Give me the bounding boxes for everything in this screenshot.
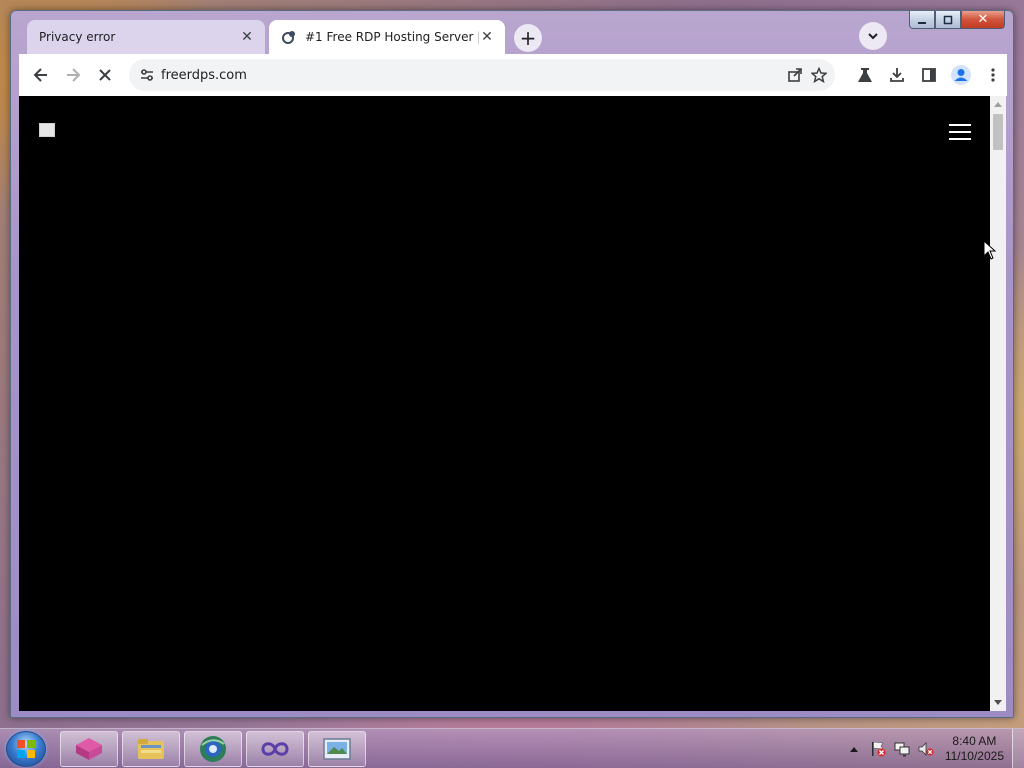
broken-image-icon[interactable] (39, 123, 55, 137)
chevron-down-icon (868, 33, 878, 40)
mouse-cursor-icon (983, 240, 997, 260)
chevron-up-icon (849, 747, 858, 752)
hamburger-menu-icon[interactable] (949, 124, 971, 140)
labs-button[interactable] (853, 63, 877, 87)
maximize-button[interactable] (935, 11, 961, 29)
system-tray: 8:40 AM 11/10/2025 (839, 729, 1024, 768)
minimize-button[interactable] (909, 11, 935, 29)
tab-free-rdp-hosting[interactable]: #1 Free RDP Hosting Server | No ✕ (269, 20, 505, 54)
clock-date: 11/10/2025 (944, 749, 1004, 763)
infinity-app-icon (261, 742, 289, 756)
flask-icon (858, 68, 872, 82)
back-button[interactable] (29, 63, 53, 87)
site-info-icon[interactable] (139, 67, 155, 83)
network-icon[interactable] (893, 740, 911, 758)
close-icon[interactable]: ✕ (239, 29, 255, 45)
forward-button[interactable] (61, 63, 85, 87)
profile-button[interactable] (949, 63, 973, 87)
close-icon[interactable]: ✕ (479, 29, 495, 45)
folder-icon (138, 739, 164, 759)
tab-privacy-error[interactable]: Privacy error ✕ (27, 20, 265, 54)
taskbar-app-explorer[interactable] (122, 731, 180, 767)
maximize-icon (943, 15, 953, 24)
taskbar-app-infinity[interactable] (246, 731, 304, 767)
speaker-muted-icon (918, 742, 934, 756)
stop-icon (99, 69, 111, 81)
hamburger-line (949, 124, 971, 126)
browser-toolbar: freerdps.com (19, 54, 1007, 96)
windows-logo-icon (17, 740, 35, 758)
vertical-scrollbar[interactable] (990, 96, 1006, 711)
network-computer-icon (894, 742, 910, 757)
address-bar[interactable]: freerdps.com (129, 59, 835, 91)
tab-title: #1 Free RDP Hosting Server | No (305, 30, 479, 44)
close-window-button[interactable]: ✕ (961, 11, 1005, 29)
scroll-down-icon[interactable] (994, 700, 1002, 705)
show-hidden-icons-button[interactable] (845, 740, 863, 758)
hamburger-line (949, 131, 971, 133)
star-icon (811, 67, 827, 83)
download-icon (890, 68, 904, 82)
cube-app-icon (76, 738, 102, 760)
window-caption-buttons: ✕ (909, 11, 1005, 29)
show-desktop-button[interactable] (1012, 729, 1024, 768)
system-clock[interactable]: 8:40 AM 11/10/2025 (945, 734, 1004, 764)
more-vertical-icon (991, 68, 995, 82)
browser-window: Privacy error ✕ #1 Free RDP Hosting Serv… (10, 10, 1014, 718)
arrow-right-icon (67, 68, 81, 82)
taskbar-app-photos[interactable] (308, 731, 366, 767)
side-panel-icon (922, 68, 936, 82)
arrow-left-icon (33, 68, 47, 82)
tab-strip: Privacy error ✕ #1 Free RDP Hosting Serv… (11, 11, 1013, 55)
downloads-button[interactable] (885, 63, 909, 87)
url-text[interactable]: freerdps.com (161, 68, 247, 83)
side-panel-button[interactable] (917, 63, 941, 87)
start-button[interactable] (6, 731, 46, 767)
menu-button[interactable] (981, 63, 1005, 87)
picture-icon (323, 738, 351, 760)
plus-icon: + (519, 26, 537, 50)
tab-title: Privacy error (39, 30, 116, 44)
globe-icon (200, 736, 226, 762)
tab-search-button[interactable] (859, 22, 887, 50)
scroll-up-icon[interactable] (994, 102, 1002, 107)
globe-loading-icon (282, 31, 295, 44)
flag-error-icon (871, 741, 886, 757)
volume-icon[interactable] (917, 740, 935, 758)
stop-loading-button[interactable] (93, 63, 117, 87)
close-icon: ✕ (977, 12, 989, 27)
taskbar-app-browser[interactable] (184, 731, 242, 767)
hamburger-line (949, 138, 971, 140)
scroll-thumb[interactable] (993, 114, 1003, 150)
share-icon (788, 68, 802, 82)
page-content (19, 96, 990, 711)
share-button[interactable] (783, 63, 807, 87)
taskbar-app-cube[interactable] (60, 731, 118, 767)
avatar-icon (951, 65, 971, 85)
clock-time: 8:40 AM (952, 734, 997, 748)
taskbar: 8:40 AM 11/10/2025 (0, 728, 1024, 768)
new-tab-button[interactable]: + (514, 24, 542, 52)
action-center-icon[interactable] (869, 740, 887, 758)
bookmark-button[interactable] (807, 63, 831, 87)
minimize-icon (918, 21, 926, 24)
